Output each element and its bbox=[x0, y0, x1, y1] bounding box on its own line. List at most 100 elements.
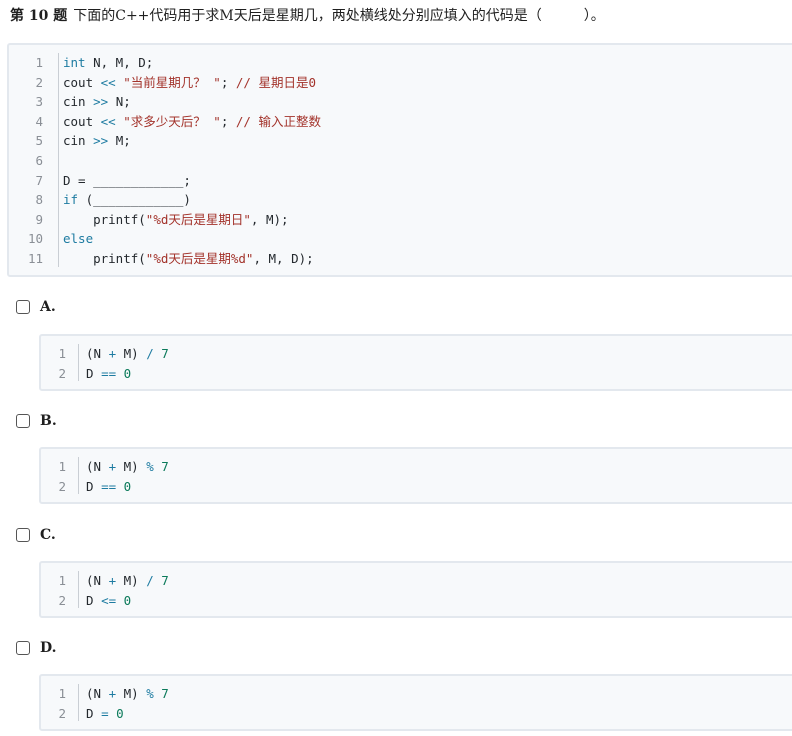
line-number: 4 bbox=[35, 113, 43, 129]
code-line: 2 D <= 0 bbox=[41, 591, 792, 611]
code-token: 7 bbox=[161, 459, 169, 474]
code-line: 2 D = 0 bbox=[41, 704, 792, 724]
code-text: cin >> N; bbox=[63, 92, 131, 112]
code-line: 2 D == 0 bbox=[41, 477, 792, 497]
option-c[interactable]: C. bbox=[16, 525, 56, 545]
code-token: D bbox=[86, 705, 102, 721]
line-number: 2 bbox=[58, 705, 66, 721]
code-token: = bbox=[101, 705, 109, 721]
code-token: + bbox=[108, 573, 117, 588]
code-token: <= bbox=[101, 592, 117, 608]
code-text: D <= 0 bbox=[86, 591, 131, 611]
code-line: 1 (N + M) % 7 bbox=[41, 457, 792, 477]
code-token: ; bbox=[220, 74, 236, 90]
code-text: (N + M) / 7 bbox=[86, 344, 169, 364]
option-b-code-block: 1 (N + M) % 7 2 D == 0 bbox=[39, 447, 792, 504]
code-token: + bbox=[108, 459, 117, 474]
option-d[interactable]: D. bbox=[16, 638, 57, 658]
code-token: "%d天后是星期日" bbox=[145, 211, 251, 227]
code-token: == bbox=[101, 365, 117, 381]
code-token: % bbox=[146, 459, 154, 474]
code-line: 10 else bbox=[9, 229, 792, 249]
code-token: M; bbox=[108, 133, 131, 149]
code-line: 1 (N + M) / 7 bbox=[41, 571, 792, 591]
line-number: 1 bbox=[58, 573, 66, 588]
option-a-code-block: 1 (N + M) / 7 2 D == 0 bbox=[39, 334, 792, 391]
line-number: 8 bbox=[35, 192, 43, 208]
code-token: >> bbox=[93, 133, 109, 149]
option-b[interactable]: B. bbox=[16, 411, 57, 431]
code-text: D = ____________; bbox=[63, 171, 191, 191]
code-text: cout << "求多少天后？ "; // 输入正整数 bbox=[63, 112, 321, 132]
code-token: % bbox=[146, 686, 154, 701]
code-token: D bbox=[86, 478, 102, 494]
main-code-block: 1 int N, M, D; 2 cout << "当前星期几？ "; // 星期日是… bbox=[7, 43, 792, 277]
code-text: cout << "当前星期几？ "; // 星期日是0 bbox=[63, 73, 316, 93]
code-token: "当前星期几？ " bbox=[123, 74, 221, 90]
option-c-label: C. bbox=[40, 527, 56, 543]
code-token: 7 bbox=[161, 686, 169, 701]
code-token: + bbox=[108, 346, 117, 361]
code-line: 5 cin >> M; bbox=[9, 131, 792, 151]
code-token: // 输入正整数 bbox=[235, 113, 321, 129]
line-number: 2 bbox=[58, 592, 66, 608]
code-token: printf( bbox=[63, 211, 146, 227]
code-line: 2 D == 0 bbox=[41, 364, 792, 384]
option-a[interactable]: A. bbox=[16, 297, 56, 317]
question-page: 第 10 题下面的C++代码用于求M天后是星期几，两处横线处分别应填入的代码是（… bbox=[0, 0, 792, 736]
code-token: >> bbox=[93, 94, 109, 110]
code-token: D bbox=[86, 592, 102, 608]
code-token: (____________) bbox=[78, 192, 191, 208]
code-text: int N, M, D; bbox=[63, 53, 153, 73]
option-a-checkbox[interactable] bbox=[16, 300, 30, 314]
code-token: (N bbox=[86, 459, 109, 474]
option-d-code-block: 1 (N + M) % 7 2 D = 0 bbox=[39, 674, 792, 731]
code-text: D == 0 bbox=[86, 364, 131, 384]
line-number: 2 bbox=[35, 74, 43, 90]
option-b-checkbox[interactable] bbox=[16, 414, 30, 428]
line-number: 11 bbox=[27, 251, 43, 266]
code-token: / bbox=[146, 573, 154, 588]
line-number: 2 bbox=[58, 365, 66, 381]
code-text: (N + M) / 7 bbox=[86, 571, 169, 591]
code-token: cout bbox=[63, 113, 101, 129]
code-line: 9 printf("%d天后是星期日", M); bbox=[9, 210, 792, 230]
code-token: , M, D); bbox=[253, 251, 314, 266]
code-line: 11 printf("%d天后是星期%d", M, D); bbox=[9, 249, 792, 269]
code-line: 8 if (____________) bbox=[9, 190, 792, 210]
line-number: 2 bbox=[58, 478, 66, 494]
code-token: M) bbox=[116, 573, 147, 588]
code-line: 7 D = ____________; bbox=[9, 171, 792, 191]
code-token: cin bbox=[63, 133, 94, 149]
code-text: D = 0 bbox=[86, 704, 124, 724]
code-token: M) bbox=[116, 346, 147, 361]
code-token: 7 bbox=[161, 573, 169, 588]
code-token: 0 bbox=[123, 478, 132, 494]
line-number: 3 bbox=[35, 94, 43, 110]
code-token: 7 bbox=[161, 346, 169, 361]
code-text: if (____________) bbox=[63, 190, 191, 210]
code-token: D bbox=[86, 365, 102, 381]
code-token: (N bbox=[86, 346, 109, 361]
line-number: 5 bbox=[35, 133, 43, 149]
code-text: (N + M) % 7 bbox=[86, 684, 169, 704]
option-c-checkbox[interactable] bbox=[16, 528, 30, 542]
line-number: 9 bbox=[35, 211, 43, 227]
option-c-code-block: 1 (N + M) / 7 2 D <= 0 bbox=[39, 561, 792, 618]
code-line: 1 (N + M) / 7 bbox=[41, 344, 792, 364]
line-number: 6 bbox=[35, 153, 43, 168]
code-token: ; bbox=[220, 113, 236, 129]
line-number: 10 bbox=[27, 231, 43, 247]
code-text: else bbox=[63, 229, 93, 249]
code-token: (N bbox=[86, 573, 109, 588]
code-token: 0 bbox=[123, 365, 132, 381]
code-token: N, M, D; bbox=[85, 55, 154, 70]
line-number: 1 bbox=[58, 459, 66, 474]
line-number: 1 bbox=[58, 686, 66, 701]
option-d-checkbox[interactable] bbox=[16, 641, 30, 655]
code-token: N; bbox=[108, 94, 131, 110]
